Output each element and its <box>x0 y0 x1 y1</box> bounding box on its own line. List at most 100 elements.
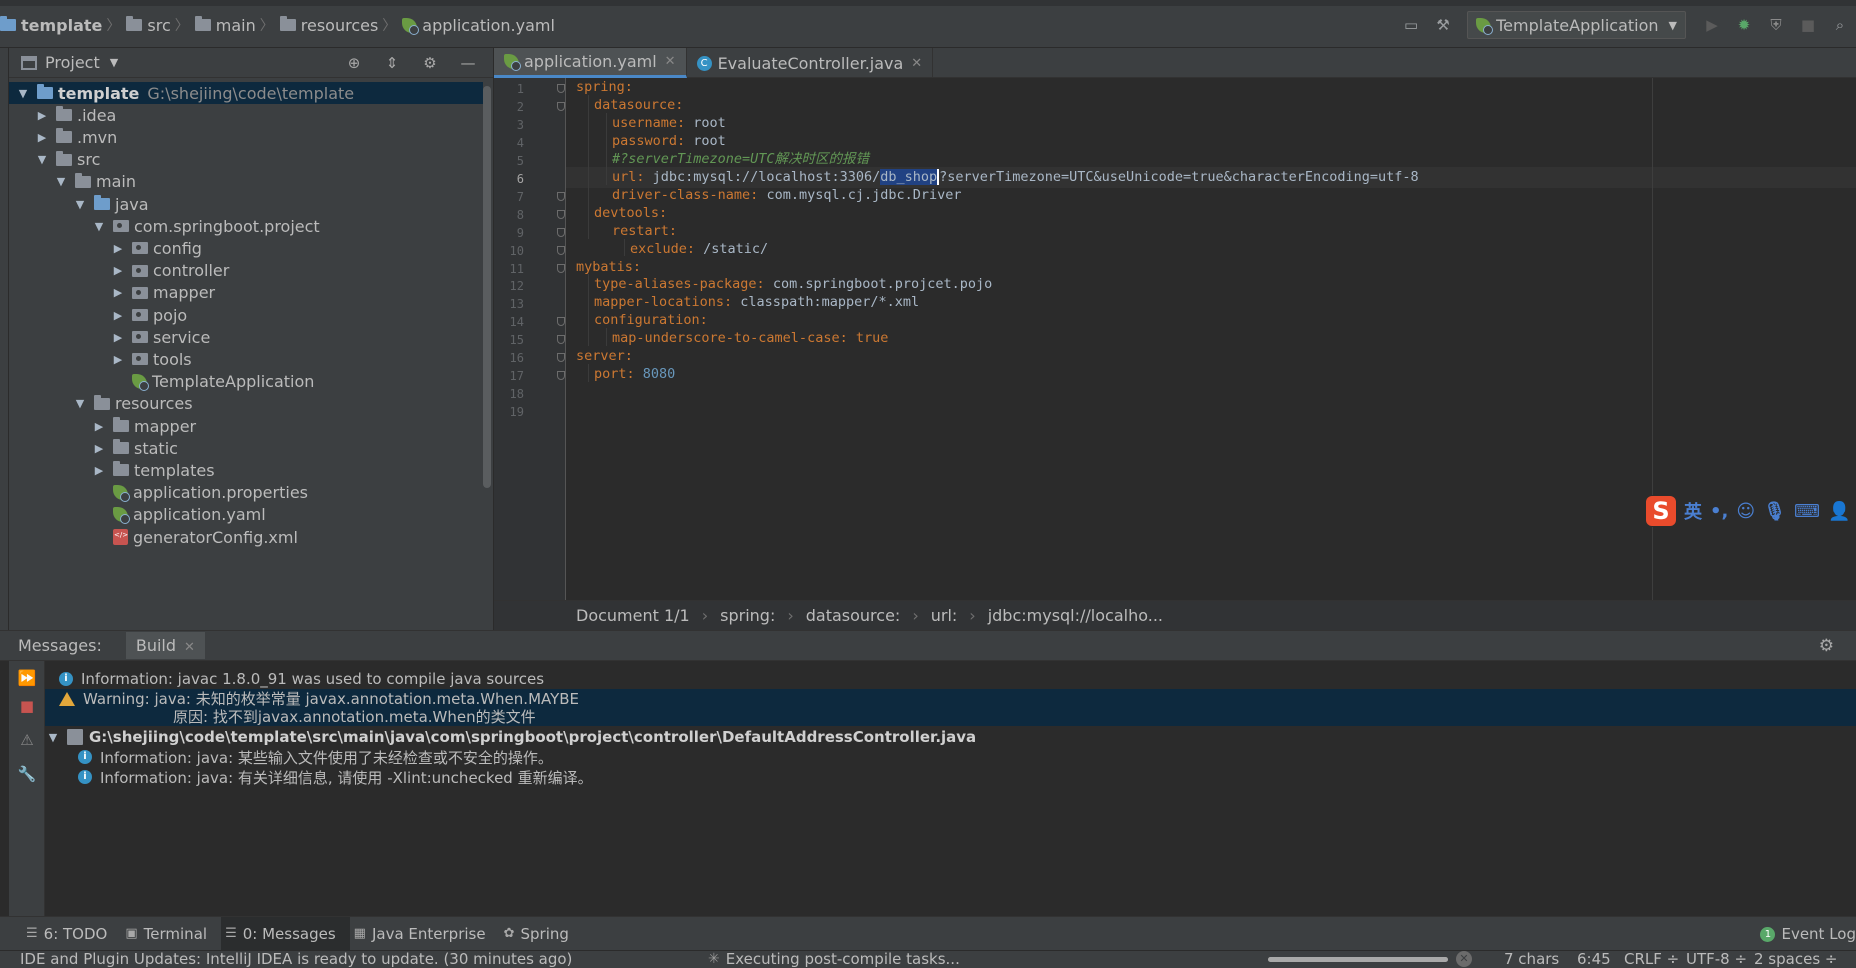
build-hammer-icon[interactable]: ⚒ <box>1432 14 1454 36</box>
user-icon[interactable]: 👤 <box>1828 501 1850 522</box>
tree-item[interactable]: ▶ controller <box>9 260 483 282</box>
fold-marker-icon[interactable] <box>557 209 565 219</box>
collapse-arrow-icon[interactable]: ▶ <box>112 331 124 344</box>
breadcrumb-item-src[interactable]: src 〉 <box>126 15 194 35</box>
ime-mode-label[interactable]: 英 <box>1684 498 1702 524</box>
collapse-arrow-icon[interactable]: ▶ <box>112 353 124 366</box>
status-message[interactable]: IDE and Plugin Updates: IntelliJ IDEA is… <box>20 950 572 968</box>
tree-item[interactable]: ▶ mapper <box>9 415 483 437</box>
collapse-all-icon[interactable]: ⇕ <box>381 52 403 74</box>
collapse-arrow-icon[interactable]: ▶ <box>112 242 124 255</box>
cancel-task-icon[interactable]: ✕ <box>1456 951 1472 967</box>
expand-arrow-icon[interactable]: ▼ <box>55 175 67 188</box>
editor-breadcrumb-item[interactable]: datasource: <box>806 606 901 625</box>
collapse-arrow-icon[interactable]: ▶ <box>93 420 105 433</box>
tab-spring[interactable]: ✿ Spring <box>500 917 583 951</box>
tab-todo[interactable]: ☰ 6: TODO <box>22 917 121 951</box>
keyboard-icon[interactable]: ⌨ <box>1794 501 1820 522</box>
expand-arrow-icon[interactable]: ▼ <box>93 220 105 233</box>
breadcrumb-item-file[interactable]: application.yaml <box>402 16 555 35</box>
expand-arrow-icon[interactable]: ▼ <box>17 87 29 100</box>
tab-build[interactable]: Build ✕ <box>125 632 205 659</box>
debug-bug-icon[interactable]: ✹ <box>1733 14 1755 36</box>
tree-item[interactable]: ▶ mapper <box>9 282 483 304</box>
tree-item[interactable]: ▼ src <box>9 149 483 171</box>
rerun-icon[interactable]: ⏩ <box>17 669 37 689</box>
tree-item[interactable]: ▼ main <box>9 171 483 193</box>
close-icon[interactable]: ✕ <box>184 640 195 655</box>
tree-item[interactable]: ▼ resources <box>9 393 483 415</box>
fold-marker-icon[interactable] <box>557 101 565 111</box>
gear-icon[interactable]: ⚙ <box>419 52 441 74</box>
message-row[interactable]: i Information: java: 有关详细信息, 请使用 -Xlint:u… <box>45 767 1856 787</box>
tab-java-enterprise[interactable]: ▦ Java Enterprise <box>350 917 500 951</box>
expand-arrow-icon[interactable]: ▼ <box>74 198 86 211</box>
microphone-icon[interactable]: 🎙 <box>1763 501 1786 522</box>
tree-item[interactable]: ▶ service <box>9 326 483 348</box>
tree-item[interactable]: ▶ tools <box>9 348 483 370</box>
ime-toolbar[interactable]: S 英 •, ☺ 🎙 ⌨ 👤 <box>1644 495 1856 527</box>
fold-marker-icon[interactable] <box>557 84 565 93</box>
line-separator[interactable]: CRLF ÷ <box>1624 950 1679 968</box>
minimize-icon[interactable]: — <box>457 52 479 74</box>
background-task[interactable]: ✳ Executing post-compile tasks... <box>708 950 960 968</box>
tree-item[interactable]: generatorConfig.xml <box>9 526 483 548</box>
locate-target-icon[interactable]: ⊕ <box>343 52 365 74</box>
fold-marker-icon[interactable] <box>557 245 565 255</box>
collapse-arrow-icon[interactable]: ▶ <box>36 109 48 122</box>
punctuation-icon[interactable]: •, <box>1710 501 1728 522</box>
collapse-arrow-icon[interactable]: ▶ <box>93 442 105 455</box>
coverage-icon[interactable]: ⛨ <box>1765 14 1787 36</box>
layout-icon[interactable]: ▭ <box>1400 14 1422 36</box>
collapse-arrow-icon[interactable]: ▶ <box>112 286 124 299</box>
breadcrumb-item-template[interactable]: template 〉 <box>0 15 126 35</box>
tab-messages[interactable]: ☰ 0: Messages <box>221 916 350 951</box>
fold-marker-icon[interactable] <box>557 335 565 345</box>
tree-item[interactable]: application.properties <box>9 482 483 504</box>
collapse-arrow-icon[interactable]: ▶ <box>93 464 105 477</box>
stop-icon[interactable]: ■ <box>17 697 37 717</box>
caret-position[interactable]: 6:45 <box>1577 950 1611 968</box>
tree-item[interactable]: application.yaml <box>9 504 483 526</box>
tree-item[interactable]: ▶ config <box>9 237 483 259</box>
message-row[interactable]: i Information: java: 某些输入文件使用了未经检查或不安全的操作… <box>45 747 1856 767</box>
message-row[interactable]: i Information: javac 1.8.0_91 was used to… <box>45 669 1856 689</box>
tree-item[interactable]: ▶ .mvn <box>9 126 483 148</box>
tab-application-yaml[interactable]: application.yaml ✕ <box>494 48 687 78</box>
editor-breadcrumb-item[interactable]: jdbc:mysql://localho... <box>988 606 1163 625</box>
close-icon[interactable]: ✕ <box>665 54 676 69</box>
tree-item[interactable]: ▼ java <box>9 193 483 215</box>
warning-filter-icon[interactable]: ⚠ <box>17 731 37 751</box>
fold-marker-icon[interactable] <box>557 371 565 381</box>
file-encoding[interactable]: UTF-8 ÷ <box>1686 950 1747 968</box>
run-configuration-select[interactable]: TemplateApplication ▼ <box>1467 11 1686 39</box>
stop-icon[interactable]: ■ <box>1797 14 1819 36</box>
search-icon[interactable]: ⌕ <box>1829 14 1851 36</box>
expand-arrow-icon[interactable]: ▼ <box>47 731 59 744</box>
fold-marker-icon[interactable] <box>557 227 565 237</box>
project-view-select[interactable]: Project ▼ <box>21 53 118 72</box>
tree-item[interactable]: TemplateApplication <box>9 371 483 393</box>
breadcrumb-item-main[interactable]: main 〉 <box>194 15 280 35</box>
indent-setting[interactable]: 2 spaces ÷ <box>1754 950 1837 968</box>
emoji-icon[interactable]: ☺ <box>1736 501 1755 522</box>
wrench-icon[interactable]: 🔧 <box>17 765 37 785</box>
message-row[interactable]: ▼ G:\shejiing\code\template\src\main\java… <box>45 727 1856 747</box>
expand-arrow-icon[interactable]: ▼ <box>36 153 48 166</box>
tree-item[interactable]: ▶ .idea <box>9 104 483 126</box>
collapse-arrow-icon[interactable]: ▶ <box>112 309 124 322</box>
tree-item[interactable]: ▼ com.springboot.project <box>9 215 483 237</box>
tab-terminal[interactable]: ▣ Terminal <box>121 917 221 951</box>
fold-marker-icon[interactable] <box>557 317 565 327</box>
tree-item[interactable]: ▶ static <box>9 437 483 459</box>
fold-marker-icon[interactable] <box>557 191 565 201</box>
editor-breadcrumb-item[interactable]: spring: <box>720 606 775 625</box>
gear-icon[interactable]: ⚙ <box>1819 636 1834 656</box>
run-icon[interactable]: ▶ <box>1701 14 1723 36</box>
event-log-button[interactable]: 1 Event Log <box>1760 917 1856 951</box>
editor-breadcrumb-item[interactable]: Document 1/1 <box>576 606 690 625</box>
tree-item[interactable]: ▼ template G:\shejiing\code\template <box>9 82 483 104</box>
close-icon[interactable]: ✕ <box>911 56 922 71</box>
tab-evaluate-controller[interactable]: C EvaluateController.java ✕ <box>687 48 934 78</box>
tree-item[interactable]: ▶ pojo <box>9 304 483 326</box>
